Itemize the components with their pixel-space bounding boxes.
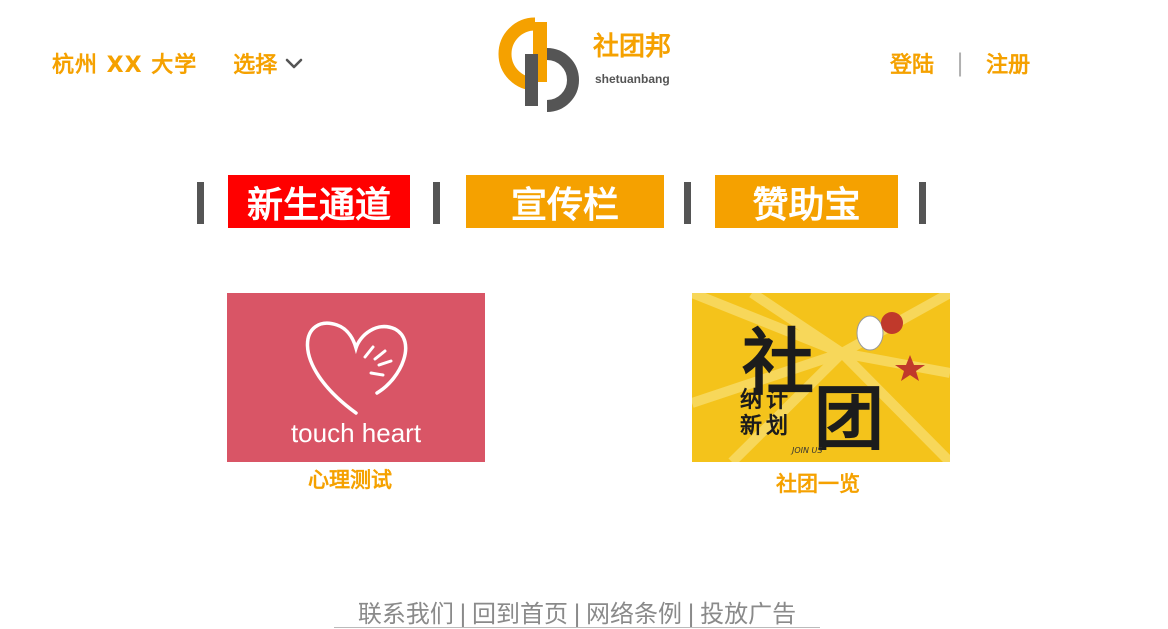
site-logo[interactable]: 社团邦 shetuanbang (495, 12, 685, 112)
school-selector: 杭州 XX 大学 选择 (52, 47, 305, 79)
register-link[interactable]: 注册 (986, 47, 1030, 79)
nav-divider (684, 182, 691, 224)
auth-links: 登陆 | 注册 (890, 47, 1030, 79)
psych-test-card[interactable]: touch heart 心理测试 (227, 293, 487, 493)
auth-separator: | (956, 49, 965, 77)
login-link[interactable]: 登陆 (890, 47, 934, 79)
footer-separator: | (687, 600, 696, 628)
poster-char-na: 纳 (740, 387, 762, 413)
brand-name-en: shetuanbang (595, 72, 670, 86)
select-label: 选择 (233, 53, 278, 78)
back-home-link[interactable]: 回到首页 (472, 600, 568, 628)
clubs-poster-image: 社 纳 计 新 划 团 JOIN US (692, 293, 950, 462)
select-dropdown[interactable]: 选择 (233, 47, 305, 79)
poster-char-tuan: 团 (814, 377, 884, 460)
contact-us-link[interactable]: 联系我们 (358, 600, 454, 628)
footer-links: 联系我们 | 回到首页 | 网络条例 | 投放广告 (334, 594, 820, 629)
touch-heart-image: touch heart (227, 293, 485, 462)
nav-divider (433, 182, 440, 224)
footer-separator: | (458, 600, 467, 628)
advertise-link[interactable]: 投放广告 (700, 600, 796, 628)
clubs-overview-caption: 社团一览 (776, 472, 860, 496)
tab-freshman[interactable]: 新生通道 (228, 175, 410, 228)
tab-board[interactable]: 宣传栏 (466, 175, 664, 228)
touch-heart-text: touch heart (291, 418, 422, 448)
tab-sponsor-label: 赞助宝 (752, 184, 861, 226)
brand-name: 社团邦 (593, 32, 672, 62)
poster-char-hua: 划 (766, 414, 788, 439)
tab-sponsor[interactable]: 赞助宝 (715, 175, 898, 228)
poster-char-xin: 新 (740, 413, 762, 439)
footer-separator: | (572, 600, 582, 628)
clubs-overview-card[interactable]: 社 纳 计 新 划 团 JOIN US 社团一览 (692, 293, 952, 498)
psych-test-caption: 心理测试 (308, 468, 392, 492)
poster-join-us: JOIN US (790, 446, 822, 455)
school-name: 杭州 XX 大学 (52, 53, 198, 78)
logo-mark-icon (498, 17, 579, 112)
tab-freshman-label: 新生通道 (246, 184, 391, 226)
chevron-down-icon (285, 58, 303, 69)
network-rules-link[interactable]: 网络条例 (586, 600, 682, 628)
poster-char-ji: 计 (766, 388, 788, 413)
nav-divider (197, 182, 204, 224)
nav-divider (919, 182, 926, 224)
tab-board-label: 宣传栏 (510, 184, 619, 226)
footer-divider (334, 627, 820, 628)
